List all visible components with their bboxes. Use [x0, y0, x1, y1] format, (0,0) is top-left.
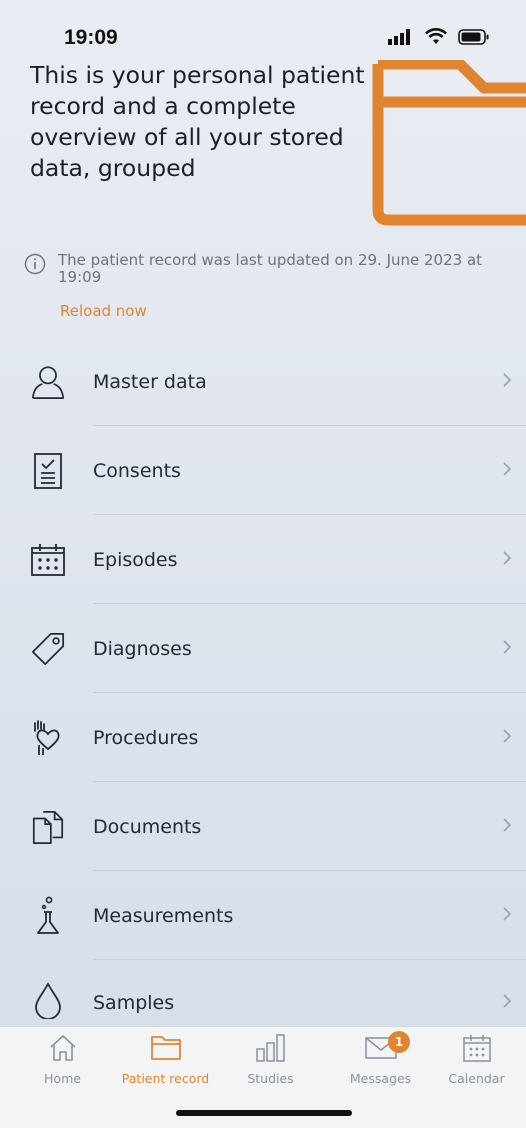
- menu-item-label: Episodes: [93, 548, 178, 571]
- signal-icon: [388, 29, 414, 49]
- menu-item-label: Samples: [93, 992, 175, 1014]
- last-updated-text: The patient record was last updated on 2…: [58, 251, 483, 286]
- tab-label: Patient record: [121, 1071, 210, 1086]
- menu-item-label: Procedures: [93, 726, 199, 749]
- menu-item-diagnoses[interactable]: Diagnoses: [0, 604, 526, 693]
- clipboard-check-icon: [30, 452, 66, 489]
- drop-icon: [30, 982, 66, 1019]
- tag-icon: [30, 631, 66, 667]
- menu-item-label: Consents: [93, 459, 181, 482]
- hand-heart-icon: [30, 719, 66, 756]
- menu-item-episodes[interactable]: Episodes: [0, 515, 526, 604]
- reload-now-link[interactable]: Reload now: [60, 302, 147, 320]
- flask-icon: [30, 896, 66, 934]
- unread-badge: 1: [388, 1031, 410, 1053]
- menu-item-consents[interactable]: Consents: [0, 426, 526, 515]
- menu-item-label: Diagnoses: [93, 637, 192, 660]
- header-description: This is your personal patient record and…: [30, 61, 365, 182]
- chevron-right-icon: [502, 728, 512, 748]
- chevron-right-icon: [502, 817, 512, 837]
- tab-label: Studies: [247, 1071, 294, 1086]
- menu-item-label: Measurements: [93, 904, 234, 927]
- home-indicator: [176, 1110, 352, 1116]
- last-updated-info: The patient record was last updated on 2…: [24, 252, 514, 286]
- menu-item-label: Master data: [93, 370, 207, 393]
- menu-item-procedures[interactable]: Procedures: [0, 693, 526, 782]
- wifi-icon: [424, 28, 448, 50]
- tab-label: Calendar: [448, 1071, 505, 1086]
- chevron-right-icon: [502, 993, 512, 1013]
- chevron-right-icon: [502, 639, 512, 659]
- bar-chart-icon: [254, 1033, 288, 1067]
- person-icon: [30, 364, 66, 400]
- menu-item-label: Documents: [93, 815, 202, 838]
- battery-icon: [458, 29, 490, 49]
- chevron-right-icon: [502, 461, 512, 481]
- folder-icon: [150, 1035, 182, 1065]
- header: This is your personal patient record and…: [0, 56, 526, 232]
- folder-icon: [372, 58, 526, 230]
- chevron-right-icon: [502, 550, 512, 570]
- tab-calendar[interactable]: Calendar: [424, 1033, 526, 1093]
- chevron-right-icon: [502, 372, 512, 392]
- record-menu: Master data Consents Episodes Diagnoses …: [0, 337, 526, 1024]
- chevron-right-icon: [502, 906, 512, 926]
- home-icon: [48, 1033, 78, 1067]
- documents-icon: [30, 809, 66, 845]
- calendar-grid-icon: [30, 542, 66, 578]
- tab-label: Home: [44, 1071, 81, 1086]
- info-icon: [24, 253, 46, 286]
- menu-item-samples[interactable]: Samples: [0, 960, 526, 1024]
- menu-item-master-data[interactable]: Master data: [0, 337, 526, 426]
- status-time: 19:09: [64, 26, 118, 49]
- calendar-icon: [462, 1033, 492, 1067]
- menu-item-documents[interactable]: Documents: [0, 782, 526, 871]
- tab-messages[interactable]: 1 Messages: [328, 1031, 433, 1093]
- tab-label: Messages: [349, 1071, 412, 1086]
- tab-home[interactable]: Home: [10, 1033, 115, 1093]
- tab-patient-record[interactable]: Patient record: [113, 1033, 218, 1093]
- tab-studies[interactable]: Studies: [218, 1033, 323, 1093]
- menu-item-measurements[interactable]: Measurements: [0, 871, 526, 960]
- status-icons: [388, 28, 490, 50]
